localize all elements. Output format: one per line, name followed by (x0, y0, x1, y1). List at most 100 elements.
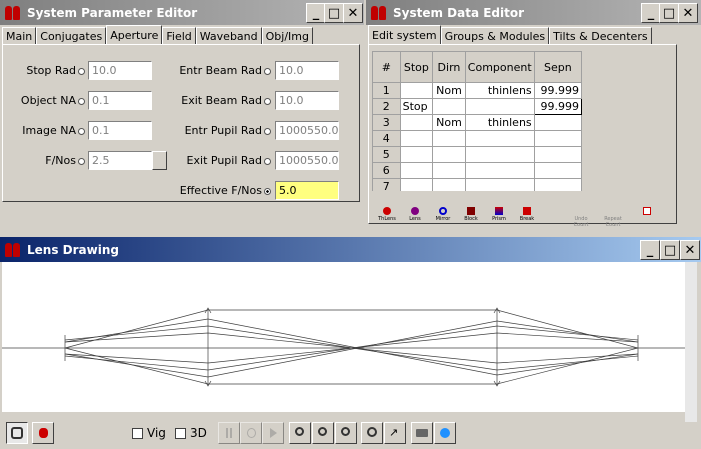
lens-drawing-titlebar[interactable]: Lens Drawing _ □ ✕ (0, 237, 701, 262)
print-button[interactable] (411, 422, 433, 444)
minimize-button[interactable]: _ (641, 3, 661, 23)
vertical-scrollbar[interactable] (685, 262, 697, 422)
stop-cell[interactable] (399, 178, 434, 191)
maximize-button[interactable]: □ (659, 3, 679, 23)
tab-tilts-decenters[interactable]: Tilts & Decenters (549, 27, 652, 44)
lens-tool-button[interactable]: Lens (402, 205, 428, 225)
sepn-cell[interactable]: 99.999 (533, 82, 582, 99)
row-number[interactable]: 6 (372, 162, 401, 179)
component-cell[interactable]: thinlens (464, 114, 535, 131)
maximize-button[interactable]: □ (324, 3, 344, 23)
stop-rad-radio[interactable] (78, 67, 85, 75)
stop-cell[interactable] (399, 130, 434, 147)
dirn-cell[interactable] (432, 98, 466, 115)
entr-beam-rad-field[interactable]: 10.0 (275, 61, 339, 80)
thin-lens-tool-button[interactable]: ThLens (374, 205, 400, 225)
tab-obj-img[interactable]: Obj/Img (261, 27, 313, 44)
stop-cell[interactable] (399, 82, 434, 99)
tab-conjugates[interactable]: Conjugates (36, 27, 107, 44)
entr-pupil-rad-radio[interactable] (264, 127, 271, 135)
row-number[interactable]: 2 (372, 98, 401, 115)
mirror-tool-button[interactable]: Mirror (430, 205, 456, 225)
row-number[interactable]: 7 (372, 178, 401, 191)
sepn-cell[interactable] (533, 162, 582, 179)
entr-beam-rad-radio[interactable] (264, 67, 271, 75)
maximize-button[interactable]: □ (660, 240, 680, 260)
fnos-field[interactable]: 2.5 (88, 151, 152, 170)
sepn-cell[interactable] (533, 146, 582, 163)
exit-beam-rad-radio[interactable] (264, 97, 271, 105)
image-na-field[interactable]: 0.1 (88, 121, 152, 140)
minimize-button[interactable]: _ (640, 240, 660, 260)
sepn-cell[interactable] (533, 178, 582, 191)
object-na-field[interactable]: 0.1 (88, 91, 152, 110)
stop-rad-field[interactable]: 10.0 (88, 61, 152, 80)
param-editor-titlebar[interactable]: System Parameter Editor _ □ ✕ (0, 0, 364, 25)
entr-pupil-rad-field[interactable]: 1000550.0 (275, 121, 339, 140)
zoom-fit-button[interactable] (289, 422, 311, 444)
stop-cell[interactable] (399, 114, 434, 131)
vig-checkbox[interactable] (132, 428, 143, 439)
component-cell[interactable] (464, 146, 535, 163)
sepn-cell-selected[interactable]: 99.999 (533, 98, 582, 115)
tab-groups-modules[interactable]: Groups & Modules (440, 27, 550, 44)
data-editor-titlebar[interactable]: System Data Editor _ □ ✕ (366, 0, 701, 25)
exit-beam-rad-field[interactable]: 10.0 (275, 91, 339, 110)
pan-button[interactable] (361, 422, 383, 444)
exit-pupil-rad-radio[interactable] (264, 157, 271, 165)
repeat-count-button[interactable]: Repeat Count (600, 205, 626, 228)
tab-field[interactable]: Field (162, 27, 196, 44)
image-na-radio[interactable] (78, 127, 85, 135)
close-button[interactable]: ✕ (680, 240, 700, 260)
rotate-button[interactable]: ↗ (384, 422, 406, 444)
refresh-button[interactable] (434, 422, 456, 444)
component-cell[interactable] (464, 178, 535, 191)
zoom-out-button[interactable] (335, 422, 357, 444)
refresh-icon (440, 428, 450, 438)
effective-fnos-field[interactable]: 5.0 (275, 181, 339, 200)
lens-drawing-canvas[interactable] (2, 262, 697, 412)
tab-edit-system[interactable]: Edit system (368, 25, 441, 44)
bug-button[interactable] (32, 422, 54, 444)
layers-button[interactable] (6, 422, 28, 444)
component-cell[interactable] (464, 162, 535, 179)
undo-count-button[interactable]: Undo Count (568, 205, 594, 228)
component-cell[interactable]: thinlens (464, 82, 535, 99)
dirn-cell[interactable] (432, 130, 466, 147)
component-cell[interactable] (464, 130, 535, 147)
stop-button-disabled[interactable] (240, 422, 262, 444)
tab-aperture[interactable]: Aperture (106, 25, 163, 44)
stop-cell[interactable] (399, 162, 434, 179)
close-button[interactable]: ✕ (678, 3, 698, 23)
effective-fnos-radio[interactable] (264, 187, 271, 195)
row-number[interactable]: 1 (372, 82, 401, 99)
dirn-cell[interactable] (432, 178, 466, 191)
dirn-cell[interactable] (432, 162, 466, 179)
exit-pupil-rad-field[interactable]: 1000550.0 (275, 151, 339, 170)
row-number[interactable]: 5 (372, 146, 401, 163)
fnos-radio[interactable] (78, 157, 85, 165)
pause-button-disabled[interactable] (218, 422, 240, 444)
zoom-in-button[interactable] (312, 422, 334, 444)
object-na-radio[interactable] (78, 97, 85, 105)
block-tool-button[interactable]: Block (458, 205, 484, 225)
minimize-button[interactable]: _ (306, 3, 326, 23)
row-number[interactable]: 3 (372, 114, 401, 131)
threed-checkbox[interactable] (175, 428, 186, 439)
sepn-cell[interactable] (533, 130, 582, 147)
dirn-cell[interactable]: Nom (432, 82, 466, 99)
tab-main[interactable]: Main (2, 27, 37, 44)
dirn-cell[interactable] (432, 146, 466, 163)
break-tool-button[interactable]: Break (514, 205, 540, 225)
component-cell[interactable] (464, 98, 535, 115)
row-number[interactable]: 4 (372, 130, 401, 147)
step-button-disabled[interactable] (262, 422, 284, 444)
sepn-cell[interactable] (533, 114, 582, 131)
prism-tool-button[interactable]: Prism (486, 205, 512, 225)
close-button[interactable]: ✕ (343, 3, 363, 23)
tab-waveband[interactable]: Waveband (195, 27, 262, 44)
dirn-cell[interactable]: Nom (432, 114, 466, 131)
stop-cell[interactable]: Stop (399, 98, 434, 115)
stop-cell[interactable] (399, 146, 434, 163)
properties-button[interactable] (634, 205, 660, 225)
